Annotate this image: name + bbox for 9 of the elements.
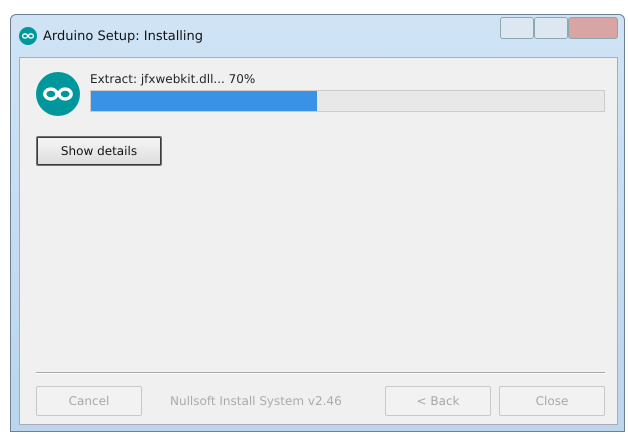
window-title: Arduino Setup: Installing	[43, 28, 204, 44]
app-icon	[19, 27, 37, 45]
close-button[interactable]	[568, 17, 618, 39]
maximize-button[interactable]	[534, 17, 568, 39]
installer-brand: Nullsoft Install System v2.46	[170, 394, 343, 408]
show-details-button[interactable]: Show details	[36, 136, 162, 166]
minimize-button[interactable]	[500, 17, 534, 39]
progress-status: Extract: jfxwebkit.dll... 70%	[90, 72, 256, 86]
infinity-logo-icon	[36, 72, 80, 116]
